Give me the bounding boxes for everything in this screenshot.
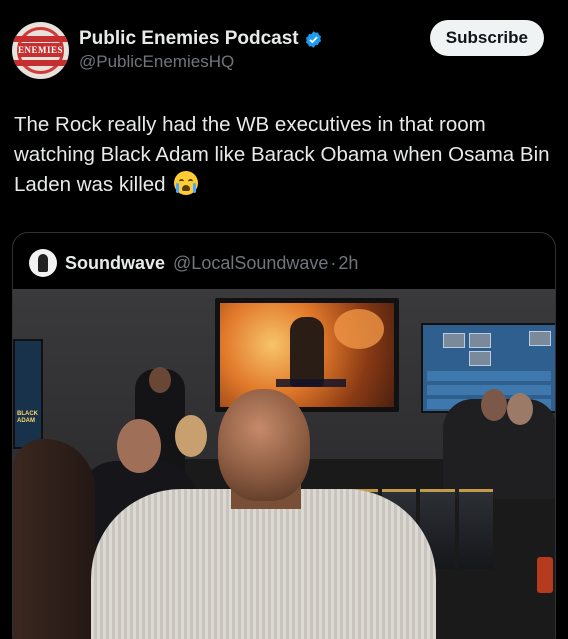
quoted-post-photo[interactable]: BLACK ADAM bbox=[13, 289, 555, 639]
verified-badge-icon bbox=[305, 30, 321, 48]
call-participant-row bbox=[427, 371, 551, 381]
left-screen-label: BLACK ADAM bbox=[17, 411, 38, 424]
loudly-crying-face-emoji bbox=[174, 171, 199, 195]
photo-seated-woman bbox=[175, 415, 207, 457]
photo-standing-man-head bbox=[149, 367, 171, 393]
quoted-post-card[interactable]: Soundwave @LocalSoundwave · 2h BLACK ADA… bbox=[12, 232, 556, 639]
author-display-name[interactable]: Public Enemies Podcast bbox=[79, 28, 299, 50]
video-tile bbox=[443, 333, 465, 348]
subscribe-button[interactable]: Subscribe bbox=[429, 20, 544, 56]
emoji-tear-left bbox=[176, 183, 180, 193]
photo-bald-man-head bbox=[117, 419, 161, 473]
photo-left-screen: BLACK ADAM bbox=[13, 339, 43, 449]
photo-soda-can bbox=[537, 557, 553, 593]
video-tile bbox=[529, 331, 551, 346]
collectible-box bbox=[458, 489, 493, 569]
avatar-stripe bbox=[12, 35, 69, 42]
photo-foreground-man-shirt bbox=[91, 489, 436, 639]
quoted-post-header: Soundwave @LocalSoundwave · 2h bbox=[29, 249, 358, 277]
emoji-mouth bbox=[182, 185, 191, 191]
video-tile bbox=[469, 333, 491, 348]
avatar-logo-text: ENEMIES bbox=[18, 42, 64, 57]
post-text-content: The Rock really had the WB executives in… bbox=[14, 113, 550, 196]
quoted-author-avatar[interactable] bbox=[29, 249, 57, 277]
screen-character bbox=[290, 317, 324, 387]
emoji-tear-right bbox=[193, 183, 197, 193]
photo-foreground-person-left bbox=[13, 439, 95, 639]
screen-caption-bar bbox=[276, 379, 346, 387]
quoted-author-name[interactable]: Soundwave bbox=[65, 253, 165, 274]
quoted-post-time[interactable]: 2h bbox=[338, 253, 358, 274]
avatar-figure bbox=[38, 254, 48, 272]
post-text: The Rock really had the WB executives in… bbox=[14, 110, 559, 200]
time-separator: · bbox=[330, 252, 337, 273]
video-tile bbox=[469, 351, 491, 366]
author-avatar[interactable]: ENEMIES bbox=[12, 21, 69, 79]
photo-man-head-right bbox=[481, 389, 507, 421]
quoted-author-handle[interactable]: @LocalSoundwave bbox=[173, 253, 328, 274]
screen-explosion bbox=[334, 309, 384, 349]
photo-foreground-man-head bbox=[218, 389, 310, 501]
avatar-stripe bbox=[12, 59, 69, 66]
post-header: ENEMIES Public Enemies Podcast @PublicEn… bbox=[12, 20, 556, 80]
photo-man-head-right bbox=[507, 393, 533, 425]
